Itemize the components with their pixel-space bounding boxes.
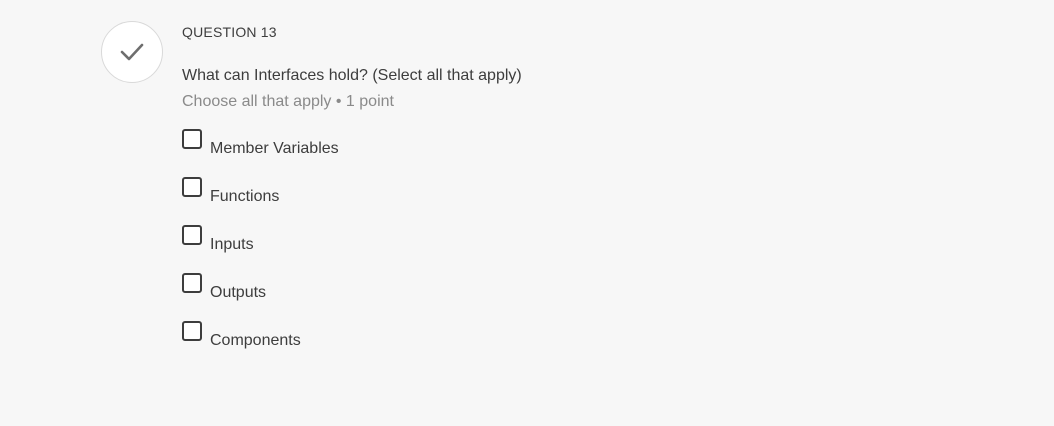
- answer-options: Member Variables Functions Inputs Output…: [182, 129, 582, 369]
- option-label[interactable]: Member Variables: [210, 140, 339, 158]
- option-functions[interactable]: Functions: [182, 177, 582, 225]
- question-prompt: What can Interfaces hold? (Select all th…: [182, 67, 522, 84]
- question-number: QUESTION 13: [182, 24, 277, 40]
- question-instructions: Choose all that apply • 1 point: [182, 93, 394, 110]
- option-checkbox[interactable]: [182, 129, 202, 149]
- option-label[interactable]: Outputs: [210, 284, 266, 302]
- option-outputs[interactable]: Outputs: [182, 273, 582, 321]
- option-label[interactable]: Components: [210, 332, 301, 350]
- option-member-variables[interactable]: Member Variables: [182, 129, 582, 177]
- option-checkbox[interactable]: [182, 225, 202, 245]
- option-inputs[interactable]: Inputs: [182, 225, 582, 273]
- checkmark-icon: [120, 43, 144, 61]
- option-label[interactable]: Functions: [210, 188, 279, 206]
- option-label[interactable]: Inputs: [210, 236, 254, 254]
- option-checkbox[interactable]: [182, 321, 202, 341]
- option-components[interactable]: Components: [182, 321, 582, 369]
- option-checkbox[interactable]: [182, 177, 202, 197]
- option-checkbox[interactable]: [182, 273, 202, 293]
- question-status-badge: [101, 21, 163, 83]
